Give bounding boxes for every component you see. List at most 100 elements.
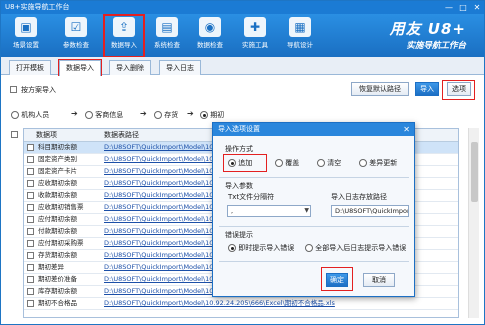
divider xyxy=(219,177,409,178)
op-label: 覆盖 xyxy=(285,159,300,167)
ribbon-nav-design[interactable]: ▦ 导航设计 xyxy=(281,16,319,56)
row-item: 应收期初销售票 xyxy=(38,203,84,211)
row-checkbox[interactable] xyxy=(27,144,34,151)
row-checkbox[interactable] xyxy=(27,204,34,211)
tab-open-template[interactable]: 打开模板 xyxy=(9,60,51,75)
op-clear[interactable]: 清空 xyxy=(317,158,341,168)
row-checkbox[interactable] xyxy=(27,252,34,259)
module-opening[interactable]: 期初 xyxy=(200,110,224,120)
row-checkbox[interactable] xyxy=(27,156,34,163)
tab-data-import[interactable]: 数据导入 xyxy=(58,59,102,77)
row-checkbox[interactable] xyxy=(27,228,34,235)
row-item: 收款期初余额 xyxy=(38,191,77,199)
col-path-header: 数据表路径 xyxy=(104,131,139,139)
system-check-icon: ▤ xyxy=(156,17,178,37)
row-item: 固定资产类别 xyxy=(38,155,77,163)
by-scheme-checkbox[interactable] xyxy=(10,86,17,93)
tab-import-log[interactable]: 导入日志 xyxy=(159,60,201,75)
row-checkbox[interactable] xyxy=(27,300,34,307)
ribbon-label: 导航设计 xyxy=(287,41,313,49)
scrollbar-thumb[interactable] xyxy=(471,142,478,202)
op-overwrite[interactable]: 覆盖 xyxy=(275,158,299,168)
module-radio[interactable] xyxy=(85,111,93,119)
radio-append[interactable] xyxy=(228,159,236,167)
module-customer[interactable]: 客商信息 xyxy=(85,110,123,120)
ok-button[interactable]: 确定 xyxy=(326,273,348,287)
import-options-dialog: 导入选项设置 ✕ 操作方式 追加 覆盖 清空 差异更新 导入参数 Txt文件分隔… xyxy=(212,122,415,297)
ribbon: ▣ 场景设置 ☑ 参数检查 ⇪ 数据导入 ▤ 系统检查 ◉ 数据检查 ✚ 实施工… xyxy=(1,14,484,58)
window-controls: — □ ✕ xyxy=(444,1,482,14)
brand-subtitle: 实施导航工作台 xyxy=(406,41,466,51)
error-opt-label: 全部导入后日志提示导入错误 xyxy=(315,244,407,252)
radio-error-immediate[interactable] xyxy=(228,244,236,252)
row-checkbox[interactable] xyxy=(27,240,34,247)
log-path-label: 导入日志存放路径 xyxy=(331,193,387,201)
row-item: 付款期初余额 xyxy=(38,227,77,235)
row-checkbox[interactable] xyxy=(27,264,34,271)
restore-default-path-button[interactable]: 恢复默认路径 xyxy=(351,82,409,96)
close-window-button[interactable]: ✕ xyxy=(472,1,482,14)
row-checkbox[interactable] xyxy=(27,276,34,283)
ribbon-data-check[interactable]: ◉ 数据检查 xyxy=(191,16,229,56)
window-title: U8+实施导航工作台 xyxy=(5,3,70,11)
module-label: 期初 xyxy=(210,111,225,119)
ribbon-system-check[interactable]: ▤ 系统检查 xyxy=(148,16,186,56)
log-path-input[interactable]: D:\U8SOFT\QuickImport\Lo xyxy=(331,205,409,217)
ribbon-label: 场景设置 xyxy=(13,41,39,49)
op-diff-update[interactable]: 差异更新 xyxy=(359,158,397,168)
txt-separator-label: Txt文件分隔符 xyxy=(228,193,275,201)
row-item: 存货期初余额 xyxy=(38,251,77,259)
close-icon[interactable]: ✕ xyxy=(403,123,410,136)
row-item: 固定资产卡片 xyxy=(38,167,77,175)
error-opt-label: 即时提示导入错误 xyxy=(238,244,295,252)
brand-name: 用友 U8+ xyxy=(389,20,466,38)
row-checkbox[interactable] xyxy=(27,288,34,295)
module-radio[interactable] xyxy=(11,111,19,119)
module-radio[interactable] xyxy=(200,111,208,119)
row-item: 库存期初余额 xyxy=(38,287,77,295)
row-item: 应付期初余额 xyxy=(38,215,77,223)
table-row[interactable]: 期初不合格品 D:\U8SOFT\QuickImport\Model\10.92.… xyxy=(24,298,458,310)
import-params-label: 导入参数 xyxy=(225,182,253,190)
ribbon-data-import[interactable]: ⇪ 数据导入 xyxy=(103,14,145,58)
ribbon-tools[interactable]: ✚ 实施工具 xyxy=(236,16,274,56)
radio-overwrite[interactable] xyxy=(275,159,283,167)
by-scheme-label: 按方案导入 xyxy=(21,86,56,94)
data-import-icon: ⇪ xyxy=(113,17,135,37)
arrow-right-icon: ➔ xyxy=(187,109,194,118)
error-immediate[interactable]: 即时提示导入错误 xyxy=(228,243,294,253)
txt-separator-value: , xyxy=(231,207,234,215)
row-item: 期初差异 xyxy=(38,263,64,271)
module-label: 客商信息 xyxy=(95,111,124,119)
row-checkbox[interactable] xyxy=(27,216,34,223)
radio-diff-update[interactable] xyxy=(359,159,367,167)
row-checkbox[interactable] xyxy=(27,180,34,187)
txt-separator-select[interactable]: , ▼ xyxy=(227,205,311,217)
row-item: 应收期初余额 xyxy=(38,179,77,187)
op-append[interactable]: 追加 xyxy=(228,158,252,168)
maximize-button[interactable]: □ xyxy=(458,1,468,14)
minimize-button[interactable]: — xyxy=(444,1,454,14)
module-label: 机构人员 xyxy=(21,111,50,119)
module-org[interactable]: 机构人员 xyxy=(11,110,49,120)
scene-settings-icon: ▣ xyxy=(15,17,37,37)
tab-strip: 打开模板 数据导入 导入删除 导入日志 xyxy=(1,57,484,77)
row-path[interactable]: D:\U8SOFT\QuickImport\Model\10.92.24.205… xyxy=(104,298,335,309)
row-checkbox[interactable] xyxy=(27,168,34,175)
ribbon-scene-settings[interactable]: ▣ 场景设置 xyxy=(7,16,45,56)
vertical-scrollbar[interactable] xyxy=(468,128,479,318)
cancel-button[interactable]: 取消 xyxy=(363,273,395,287)
module-radio[interactable] xyxy=(154,111,162,119)
ribbon-param-check[interactable]: ☑ 参数检查 xyxy=(57,16,95,56)
row-item: 应付期初采购票 xyxy=(38,239,84,247)
row-checkbox[interactable] xyxy=(27,192,34,199)
module-inventory[interactable]: 存货 xyxy=(154,110,178,120)
import-button[interactable]: 导入 xyxy=(415,82,439,96)
select-all-checkbox[interactable] xyxy=(11,131,18,138)
tab-import-delete[interactable]: 导入删除 xyxy=(109,60,151,75)
radio-clear[interactable] xyxy=(317,159,325,167)
radio-error-after-all[interactable] xyxy=(305,244,313,252)
divider xyxy=(219,226,409,227)
ribbon-label: 参数检查 xyxy=(63,41,89,49)
error-after-all[interactable]: 全部导入后日志提示导入错误 xyxy=(305,243,406,253)
